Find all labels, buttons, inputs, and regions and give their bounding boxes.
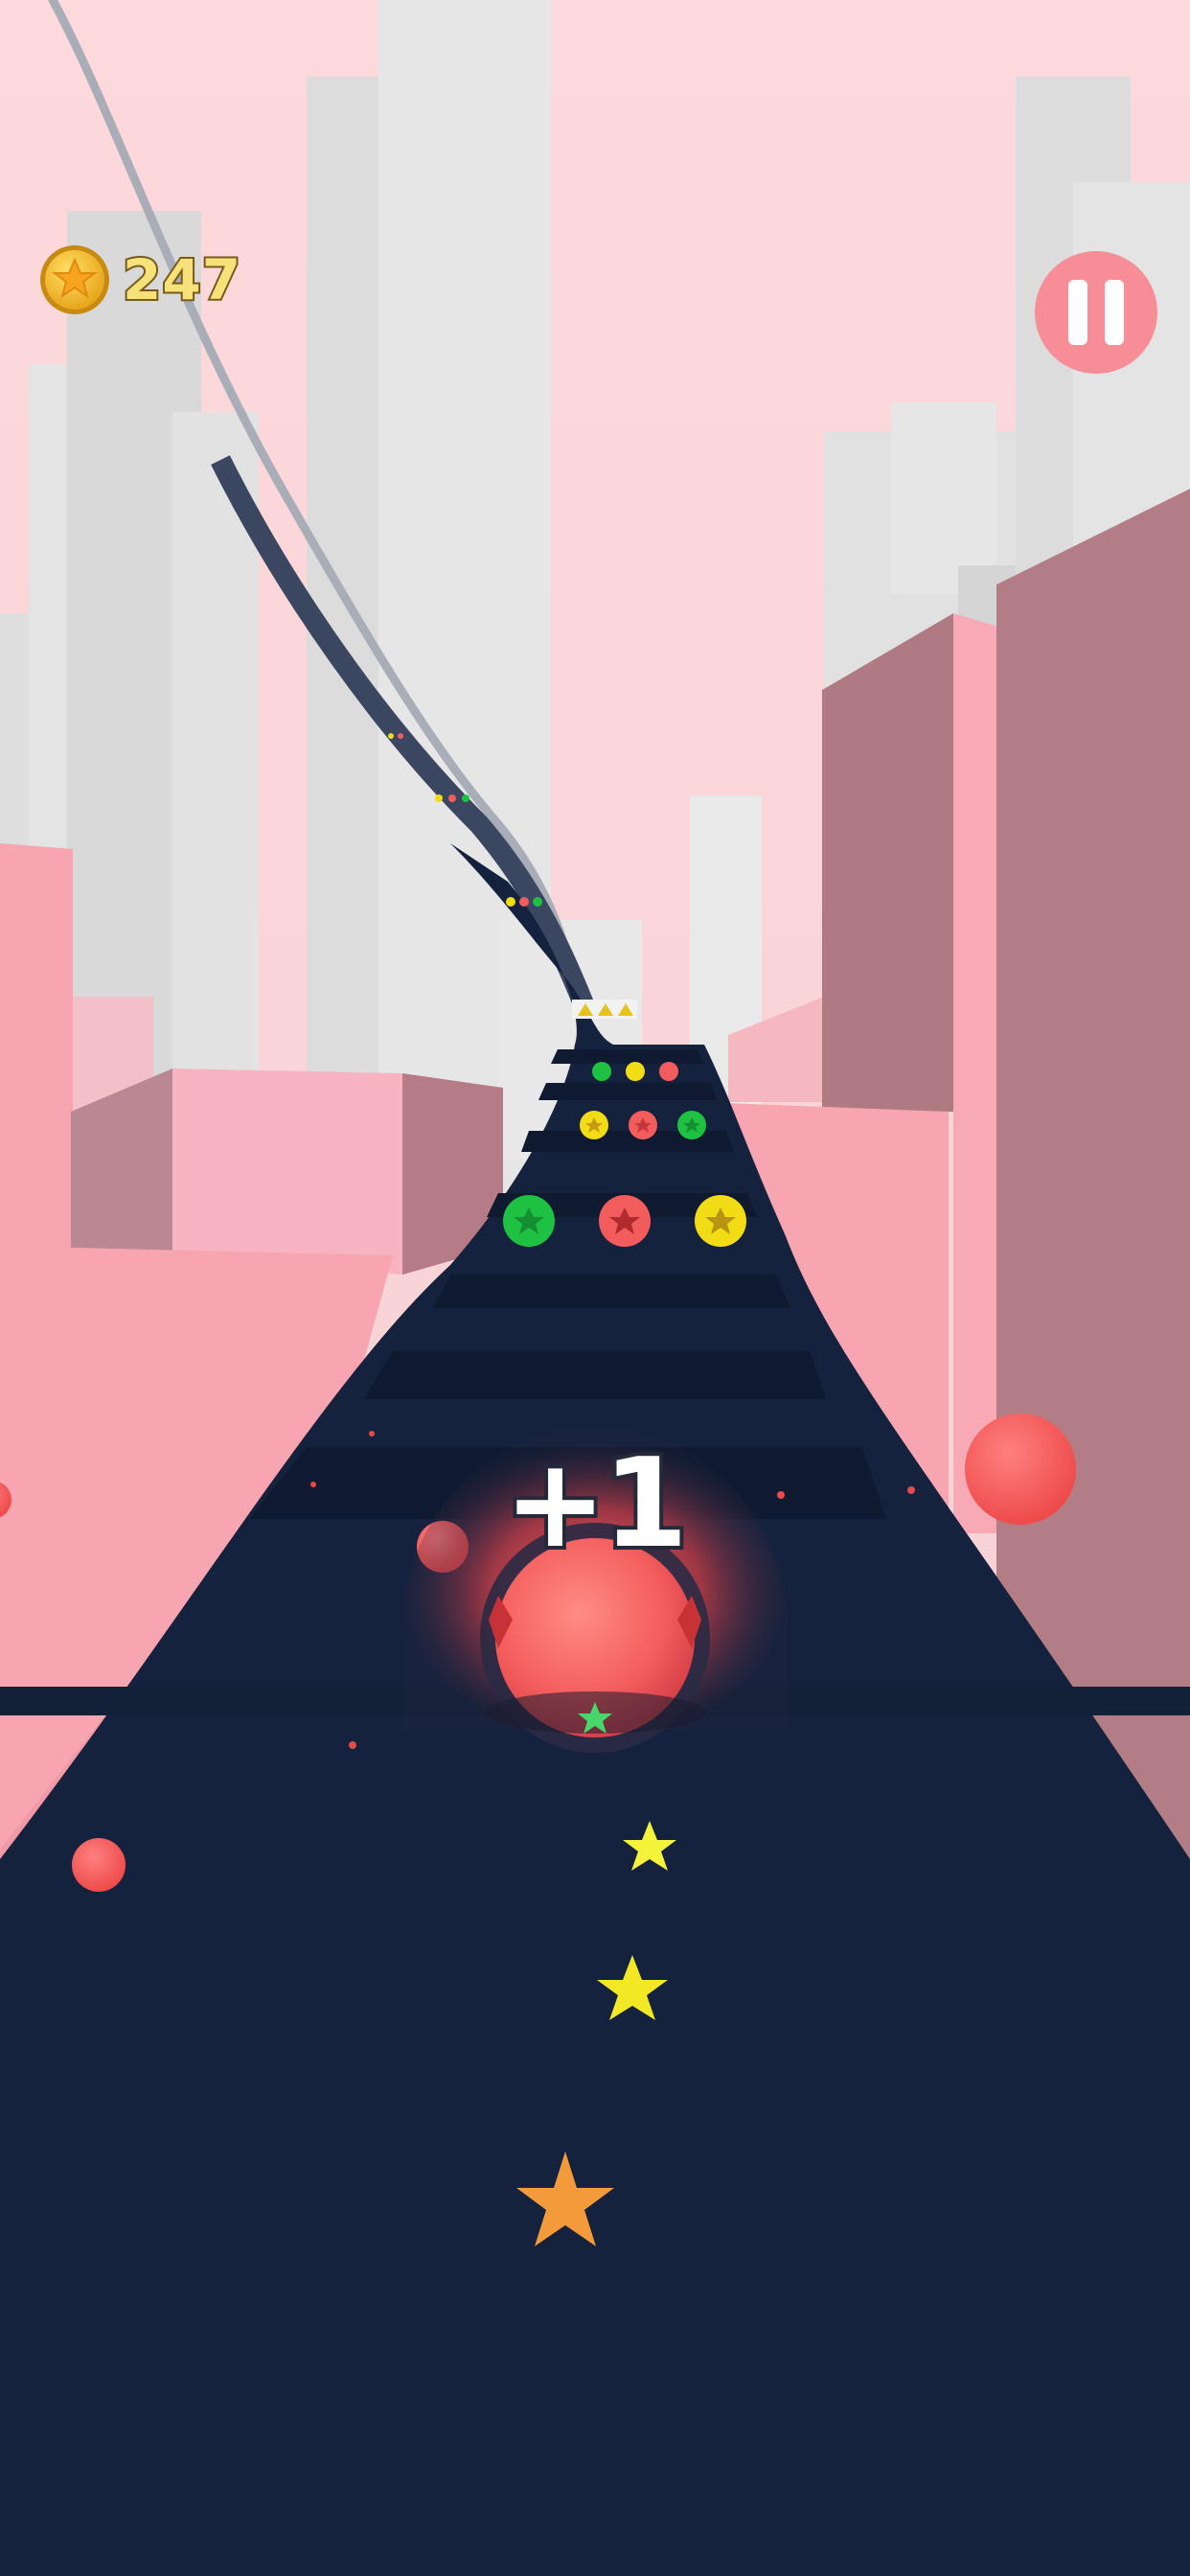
- coin-count: 247: [121, 245, 242, 314]
- coin-counter: 247: [38, 240, 242, 320]
- ball-row-near: [503, 1195, 746, 1247]
- ball-row-middle: [580, 1111, 706, 1139]
- game-viewport[interactable]: 247 +1: [0, 0, 1190, 2576]
- pause-icon: [1060, 280, 1133, 345]
- game-scene: [0, 0, 1190, 2576]
- pause-button[interactable]: [1035, 251, 1157, 374]
- hazard-gate: [572, 1000, 637, 1019]
- star-coin-icon: [40, 245, 109, 314]
- score-popup: +1: [500, 1429, 692, 1579]
